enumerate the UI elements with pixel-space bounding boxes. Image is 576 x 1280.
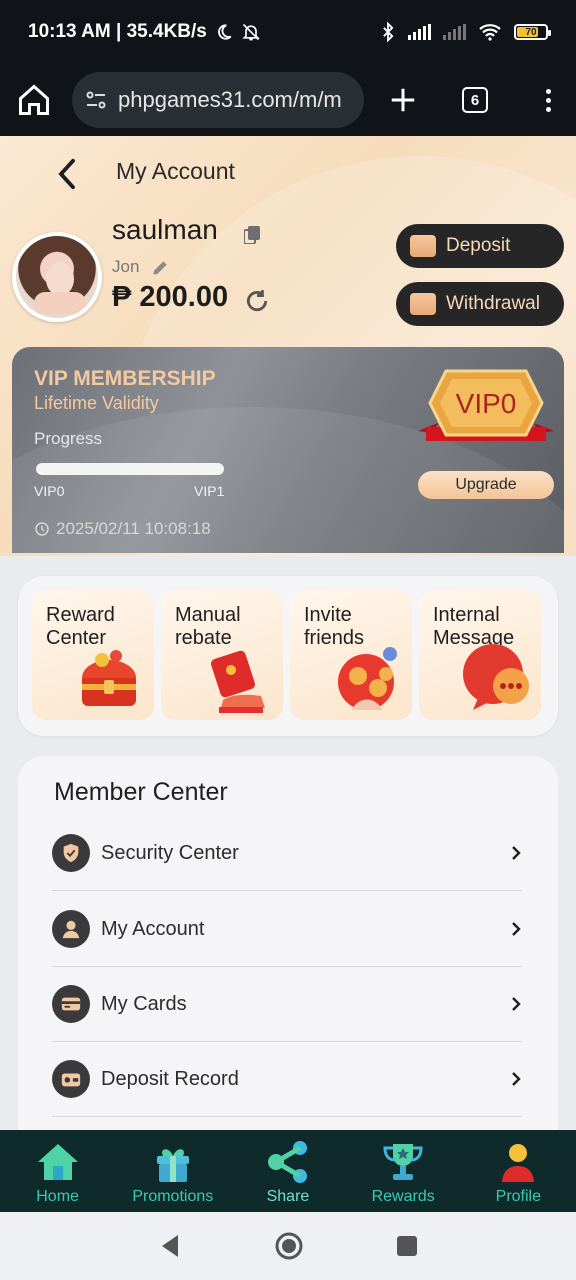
status-time: 10:13 AM | 35.4KB/s bbox=[28, 21, 207, 42]
vip-badge-text: VIP0 bbox=[456, 388, 517, 419]
vip-level-from: VIP0 bbox=[34, 483, 65, 499]
person-icon bbox=[502, 1144, 535, 1182]
avatar[interactable] bbox=[12, 232, 102, 322]
chevron-right-icon bbox=[512, 922, 521, 936]
chat-bubble-icon bbox=[463, 644, 529, 710]
site-settings-icon[interactable] bbox=[84, 88, 108, 112]
nav-promotions[interactable]: Promotions bbox=[115, 1130, 230, 1212]
home-icon[interactable] bbox=[16, 82, 52, 118]
shield-icon bbox=[52, 834, 90, 872]
vip-progress-bar bbox=[36, 463, 224, 475]
tile-invite-friends[interactable]: Invite friends bbox=[290, 590, 412, 720]
tab-switcher-button[interactable]: 6 bbox=[462, 87, 488, 113]
new-tab-icon[interactable] bbox=[388, 85, 418, 115]
nav-share[interactable]: Share bbox=[230, 1130, 345, 1212]
quick-actions: Reward Center Manual rebate Invite frien… bbox=[18, 576, 558, 736]
vip-card: VIP MEMBERSHIP Lifetime Validity Progres… bbox=[12, 347, 564, 553]
signal-icon bbox=[408, 24, 431, 40]
back-arrow-icon[interactable] bbox=[52, 156, 82, 192]
treasure-chest-icon bbox=[82, 650, 136, 706]
menu-item-security-center[interactable]: Security Center bbox=[52, 816, 522, 891]
vip-badge-icon: VIP0 bbox=[418, 369, 554, 441]
signal-2-icon bbox=[443, 24, 466, 40]
card-icon bbox=[52, 985, 90, 1023]
page-title: My Account bbox=[116, 158, 235, 184]
more-menu-icon[interactable] bbox=[546, 88, 551, 112]
username: saulman bbox=[112, 214, 218, 245]
status-bar: 10:13 AM | 35.4KB/s 70 bbox=[0, 0, 576, 64]
pencil-icon[interactable] bbox=[150, 258, 170, 278]
wallet-icon bbox=[52, 1060, 90, 1098]
url-text: phpgames31.com/m/m bbox=[118, 87, 342, 112]
withdraw-button[interactable]: Withdrawal bbox=[396, 282, 564, 326]
recents-icon[interactable] bbox=[396, 1235, 418, 1257]
balance: ₱ 200.00 bbox=[112, 281, 229, 313]
gift-icon bbox=[156, 1149, 189, 1182]
chevron-right-icon bbox=[512, 1072, 521, 1086]
menu-item-my-account[interactable]: My Account bbox=[52, 892, 522, 967]
deposit-button[interactable]: Deposit bbox=[396, 224, 564, 268]
tile-internal-message[interactable]: Internal Message bbox=[419, 590, 541, 720]
withdraw-wallet-icon bbox=[410, 293, 436, 315]
share-icon bbox=[267, 1141, 307, 1183]
copy-icon[interactable] bbox=[244, 226, 260, 244]
menu-item-my-cards[interactable]: My Cards bbox=[52, 967, 522, 1042]
chevron-right-icon bbox=[512, 846, 521, 860]
nav-rewards[interactable]: Rewards bbox=[346, 1130, 461, 1212]
trophy-icon bbox=[383, 1144, 423, 1180]
moon-icon bbox=[217, 24, 232, 40]
home-icon bbox=[37, 1144, 78, 1180]
tile-reward-center[interactable]: Reward Center bbox=[32, 590, 154, 720]
red-envelope-icon bbox=[211, 650, 265, 713]
bottom-navigation: Home Promotions Share Rewards Profile bbox=[0, 1130, 576, 1212]
home-button-icon[interactable] bbox=[274, 1231, 304, 1261]
url-bar[interactable]: phpgames31.com/m/m bbox=[72, 72, 364, 128]
menu-item-deposit-record[interactable]: Deposit Record bbox=[52, 1042, 522, 1117]
vip-title: VIP MEMBERSHIP bbox=[34, 367, 216, 390]
tile-manual-rebate[interactable]: Manual rebate bbox=[161, 590, 283, 720]
bell-off-icon bbox=[242, 23, 260, 41]
clock-icon bbox=[35, 522, 49, 536]
vip-level-to: VIP1 bbox=[194, 483, 225, 499]
refresh-icon[interactable] bbox=[244, 288, 270, 314]
vip-subtitle: Lifetime Validity bbox=[34, 393, 159, 413]
browser-toolbar: phpgames31.com/m/m 6 bbox=[0, 64, 576, 136]
battery-icon: 70 bbox=[514, 24, 551, 40]
invite-icon bbox=[338, 647, 397, 710]
back-icon[interactable] bbox=[158, 1233, 182, 1259]
nickname: Jon bbox=[112, 257, 140, 276]
wifi-icon bbox=[479, 24, 501, 41]
vip-progress-label: Progress bbox=[34, 429, 103, 448]
bluetooth-icon bbox=[383, 22, 394, 42]
member-center-title: Member Center bbox=[54, 778, 228, 806]
system-navigation bbox=[0, 1212, 576, 1280]
user-icon bbox=[52, 910, 90, 948]
chevron-right-icon bbox=[512, 997, 521, 1011]
nav-profile[interactable]: Profile bbox=[461, 1130, 576, 1212]
wallet-icon bbox=[410, 235, 436, 257]
member-center: Member Center Security Center My Account… bbox=[18, 756, 558, 1176]
vip-timestamp: 2025/02/11 10:08:18 bbox=[34, 519, 211, 539]
upgrade-button[interactable]: Upgrade bbox=[418, 471, 554, 499]
nav-home[interactable]: Home bbox=[0, 1130, 115, 1212]
